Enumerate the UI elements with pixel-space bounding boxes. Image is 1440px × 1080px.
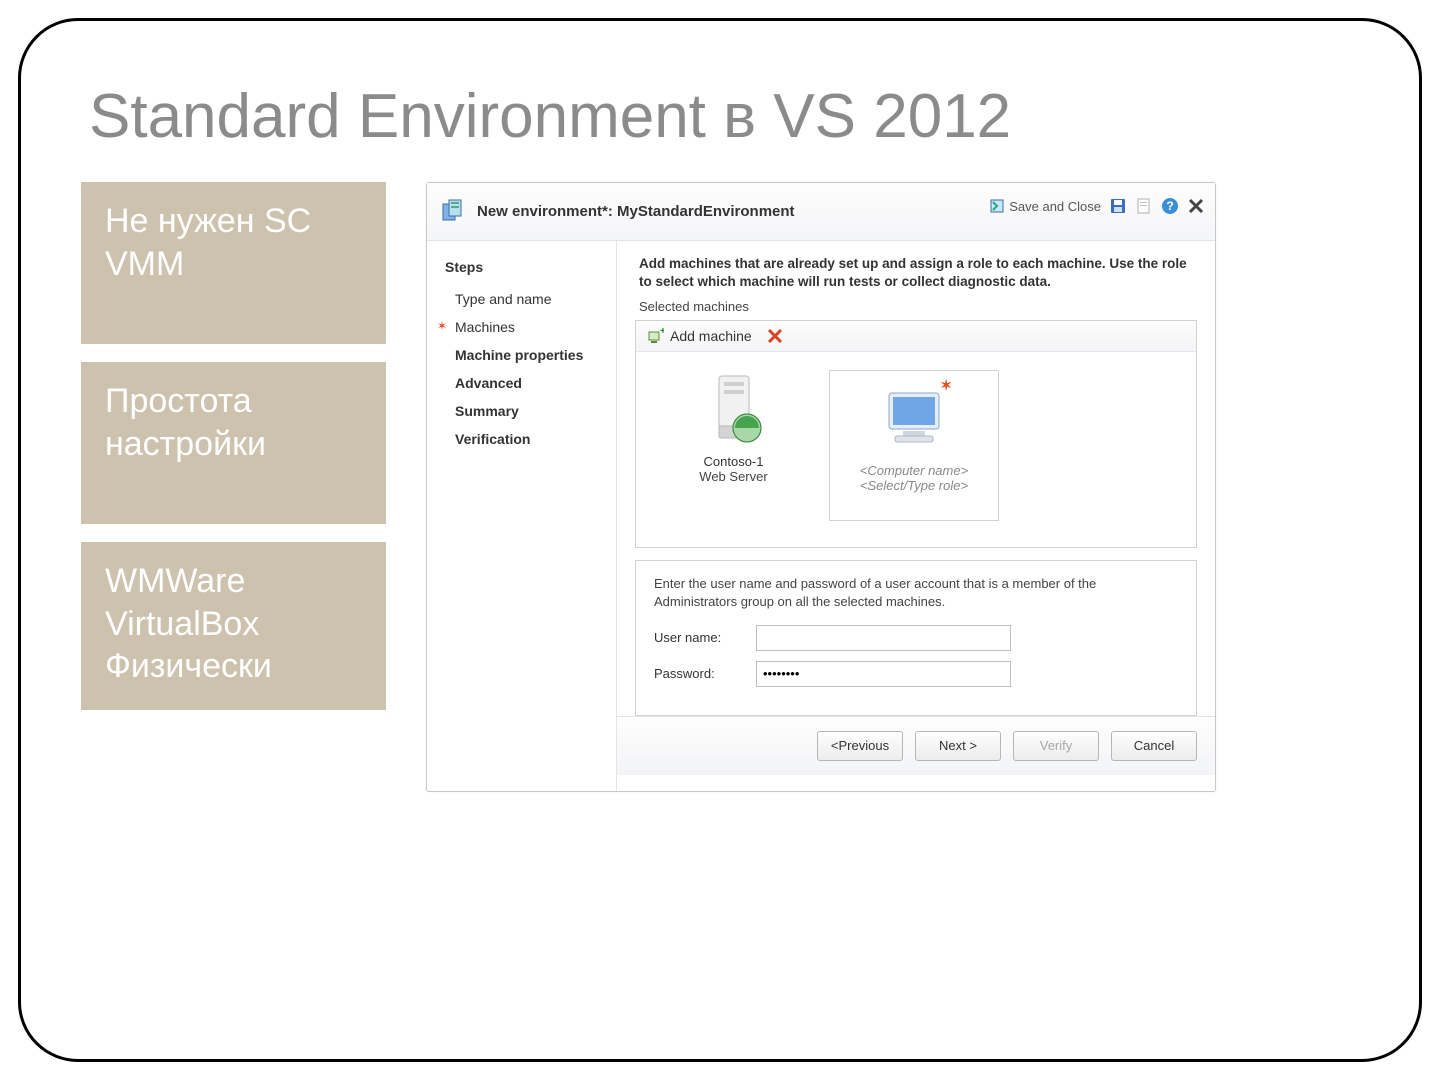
dialog-body: Steps Type and name Machines Machine pro… (427, 241, 1215, 791)
password-input[interactable] (756, 661, 1011, 687)
step-summary[interactable]: Summary (427, 397, 616, 425)
machine-role: Web Server (656, 469, 811, 484)
add-machine-label: Add machine (670, 328, 752, 344)
new-environment-dialog: New environment*: MyStandardEnvironment … (426, 182, 1216, 792)
previous-button[interactable]: <Previous (817, 731, 903, 761)
machines-toolbar: + Add machine (636, 321, 1196, 352)
next-button[interactable]: Next > (915, 731, 1001, 761)
save-close-icon (989, 198, 1005, 214)
machine-tiles: Contoso-1 Web Server ✶ (636, 352, 1196, 547)
cancel-button[interactable]: Cancel (1111, 731, 1197, 761)
username-row: User name: (654, 625, 1178, 651)
username-label: User name: (654, 630, 744, 645)
card-text: Простота настройки (105, 380, 362, 465)
machine-name: Contoso-1 (656, 454, 811, 469)
password-label: Password: (654, 666, 744, 681)
dialog-footer: <Previous Next > Verify Cancel (617, 716, 1215, 775)
save-close-label: Save and Close (1009, 199, 1101, 214)
steps-pane: Steps Type and name Machines Machine pro… (427, 241, 617, 791)
svg-text:+: + (660, 327, 664, 337)
help-icon[interactable]: ? (1161, 197, 1179, 215)
verify-button: Verify (1013, 731, 1099, 761)
machine-tile-placeholder[interactable]: ✶ <Computer name> (829, 370, 999, 521)
dialog-title: New environment*: MyStandardEnvironment (477, 203, 795, 220)
save-and-close-button[interactable]: Save and Close (989, 198, 1101, 214)
credentials-box: Enter the user name and password of a us… (635, 560, 1197, 715)
content-row: Не нужен SC VMM Простота настройки WMWar… (81, 182, 1359, 792)
step-advanced[interactable]: Advanced (427, 369, 616, 397)
server-icon (656, 370, 811, 448)
password-row: Password: (654, 661, 1178, 687)
required-asterisk-icon: ✶ (940, 377, 952, 394)
add-machine-icon: + (646, 327, 664, 345)
card-vmware: WMWare VirtualBox Физически (81, 542, 386, 710)
environment-icon (439, 198, 467, 226)
username-input[interactable] (756, 625, 1011, 651)
step-type-and-name[interactable]: Type and name (427, 285, 616, 313)
computer-icon (834, 379, 994, 457)
dialog-header: New environment*: MyStandardEnvironment … (427, 183, 1215, 241)
instructions-text: Add machines that are already set up and… (617, 241, 1215, 299)
card-text: WMWare VirtualBox Физически (105, 560, 362, 688)
slide-title: Standard Environment в VS 2012 (89, 81, 1359, 152)
left-column: Не нужен SC VMM Простота настройки WMWar… (81, 182, 386, 792)
card-simplicity: Простота настройки (81, 362, 386, 524)
card-text: Не нужен SC VMM (105, 200, 362, 285)
step-machine-properties[interactable]: Machine properties (427, 341, 616, 369)
machine-tile-contoso[interactable]: Contoso-1 Web Server (656, 370, 811, 521)
header-actions: Save and Close ? (989, 197, 1205, 215)
page-icon[interactable] (1135, 197, 1153, 215)
selected-machines-label: Selected machines (617, 299, 1215, 320)
close-icon[interactable] (1187, 197, 1205, 215)
slide-frame: Standard Environment в VS 2012 Не нужен … (18, 18, 1422, 1062)
save-icon[interactable] (1109, 197, 1127, 215)
steps-heading: Steps (427, 255, 616, 285)
step-machines[interactable]: Machines (427, 313, 616, 341)
placeholder-role: <Select/Type role> (834, 478, 994, 493)
add-machine-button[interactable]: + Add machine (646, 327, 752, 345)
placeholder-name: <Computer name> (834, 463, 994, 478)
svg-text:?: ? (1166, 199, 1173, 213)
card-sc-vmm: Не нужен SC VMM (81, 182, 386, 344)
delete-machine-button[interactable] (766, 327, 784, 345)
machines-box: + Add machine (635, 320, 1197, 548)
step-verification[interactable]: Verification (427, 425, 616, 453)
credentials-description: Enter the user name and password of a us… (654, 575, 1178, 610)
main-pane: Add machines that are already set up and… (617, 241, 1215, 791)
